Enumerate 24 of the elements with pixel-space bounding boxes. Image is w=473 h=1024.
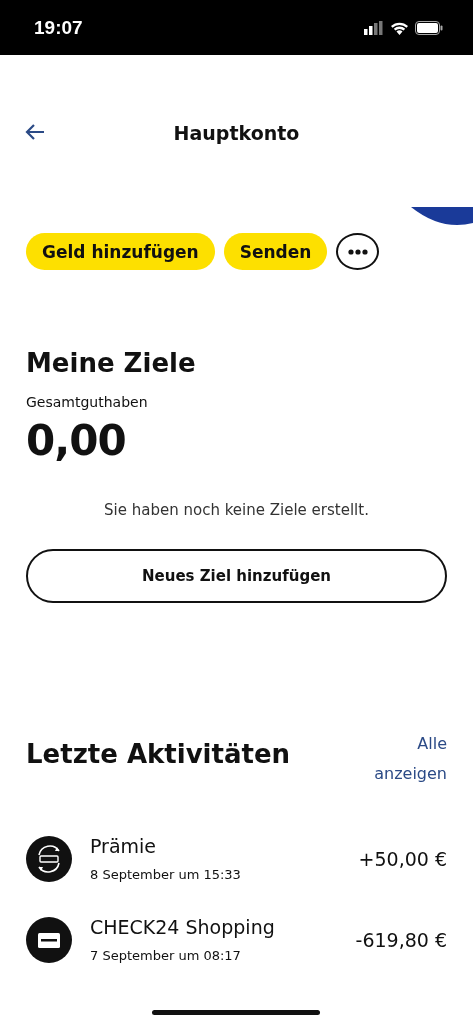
activity-date: 7 September um 08:17: [90, 948, 242, 963]
see-all-link[interactable]: Alle anzeigen: [367, 729, 447, 789]
empty-message: Sie haben noch keine Ziele erstellt.: [103, 501, 370, 519]
card-icon: [26, 916, 72, 963]
activity-amount: -619,80 €: [355, 928, 447, 951]
more-button[interactable]: [336, 233, 380, 270]
section-title: Meine Ziele: [26, 348, 197, 378]
balance-label: Gesamtguthaben: [26, 394, 149, 410]
activity-name: CHECK24 Shopping: [90, 916, 276, 938]
balance-amount: 0,00: [26, 416, 127, 465]
activity-date: 8 September um 15:33: [90, 867, 242, 882]
dots-icon: [347, 248, 368, 255]
action-button[interactable]: Senden: [223, 233, 328, 270]
page-title: Hauptkonto: [173, 122, 300, 144]
activity-amount: +50,00 €: [358, 847, 447, 870]
battery-icon: [415, 20, 443, 35]
add-goal-button[interactable]: Neues Ziel hinzufügen: [26, 549, 447, 603]
status-time: 19:07: [34, 16, 83, 39]
activity-name: Prämie: [90, 835, 158, 857]
exchange-arrows-icon: [26, 835, 72, 882]
wifi-icon: [390, 20, 409, 35]
section-title: Letzte Aktivitäten: [26, 739, 291, 769]
signal-icon: [364, 20, 384, 35]
action-button[interactable]: Geld hinzufügen: [26, 233, 215, 270]
